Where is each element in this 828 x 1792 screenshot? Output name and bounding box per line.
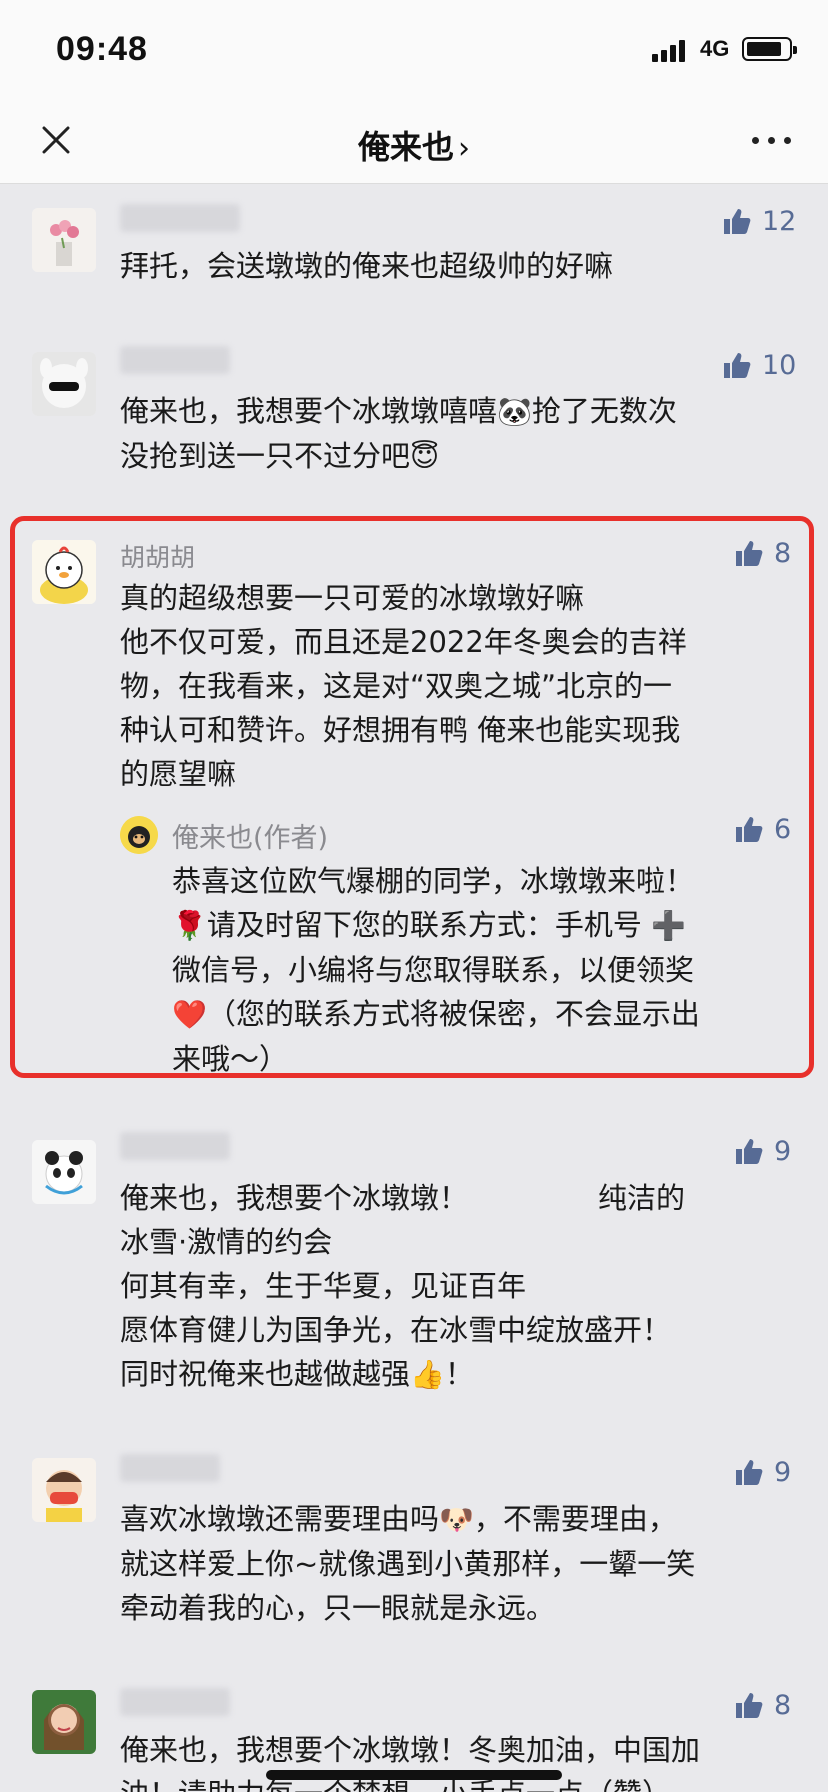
status-bar: 09:48 4G — [0, 0, 828, 100]
home-indicator[interactable] — [266, 1770, 562, 1780]
thumbs-up-icon — [736, 1460, 763, 1485]
avatar[interactable] — [32, 1458, 96, 1522]
like-count: 12 — [762, 205, 797, 237]
heart-emoji: ❤️ — [172, 998, 207, 1031]
like-button[interactable]: 12 — [722, 204, 796, 238]
reply-nickname: 俺来也(作者) — [172, 823, 329, 854]
comment-text: 拜托，会送墩墩的俺来也超级帅的好嘛 — [120, 249, 614, 283]
nickname-blurred — [120, 1132, 230, 1160]
like-button[interactable]: 10 — [722, 348, 796, 382]
battery-icon — [742, 37, 797, 61]
nickname-blurred — [120, 204, 240, 232]
avatar[interactable] — [32, 208, 96, 272]
thumbs-up-icon — [736, 1139, 763, 1164]
comment-text: 真的超级想要一只可爱的冰墩墩好嘛 他不仅可爱，而且还是2022年冬奥会的吉祥 物… — [120, 581, 687, 791]
signal-icon — [652, 38, 692, 62]
comment-text: 俺来也，我想要个冰墩墩！ 纯洁的 冰雪·激情的约会 何其有幸，生于华夏，见证百年 … — [120, 1181, 686, 1391]
rose-emoji: 🌹 — [172, 909, 207, 942]
nickname-blurred — [120, 346, 230, 374]
avatar[interactable] — [32, 540, 96, 604]
like-count: 8 — [774, 1689, 792, 1721]
like-count: 10 — [762, 349, 797, 381]
like-button[interactable]: 9 — [734, 1455, 791, 1489]
more-button[interactable] — [748, 126, 796, 156]
thumbs-up-icon — [724, 209, 751, 234]
thumbs-up-icon — [736, 541, 763, 566]
comment-text: 喜欢冰墩墩还需要理由吗🐶，不需要理由， 就这样爱上你~就像遇到小黄那样，一颦一笑… — [120, 1502, 696, 1625]
like-button[interactable]: 9 — [734, 1134, 791, 1168]
nickname-blurred — [120, 1454, 220, 1482]
nav-bar: 俺来也 › — [0, 100, 828, 184]
status-time: 09:48 — [56, 30, 148, 68]
like-count: 6 — [774, 813, 792, 845]
avatar[interactable] — [32, 352, 96, 416]
page-title-text: 俺来也 — [357, 128, 454, 166]
thumbs-up-icon — [736, 817, 763, 842]
plus-emoji: ➕ — [651, 909, 686, 942]
like-button[interactable]: 8 — [734, 1688, 791, 1722]
reply-like-button[interactable]: 6 — [734, 812, 791, 846]
avatar[interactable] — [32, 1140, 96, 1204]
reply-text: 恭喜这位欧气爆棚的同学，冰墩墩来啦！ 🌹请及时留下您的联系方式：手机号 ➕ 微信… — [172, 864, 700, 1076]
chevron-right-icon: › — [458, 131, 470, 166]
comment-nickname: 胡胡胡 — [120, 543, 196, 572]
thumbs-up-icon — [736, 1693, 763, 1718]
like-count: 9 — [774, 1135, 792, 1167]
like-count: 9 — [774, 1456, 792, 1488]
panda-emoji: 🐼 — [497, 395, 532, 428]
thumbs-up-emoji: 👍 — [410, 1358, 445, 1391]
like-button[interactable]: 8 — [734, 536, 791, 570]
page-title[interactable]: 俺来也 › — [0, 122, 828, 168]
like-count: 8 — [774, 537, 792, 569]
halo-emoji: 😇 — [410, 440, 440, 473]
reply-avatar[interactable] — [120, 816, 158, 854]
comment-text: 俺来也，我想要个冰墩墩嘻嘻🐼抢了无数次 没抢到送一只不过分吧😇 — [120, 394, 677, 473]
thumbs-up-icon — [724, 353, 751, 378]
nickname-blurred — [120, 1688, 230, 1716]
comment-text: 俺来也，我想要个冰墩墩！冬奥加油，中国加 油！请助力每一个梦想，小手点一点（赞） — [120, 1733, 701, 1792]
avatar[interactable] — [32, 1690, 96, 1754]
network-label: 4G — [700, 36, 730, 61]
dog-emoji: 🐶 — [439, 1503, 474, 1536]
